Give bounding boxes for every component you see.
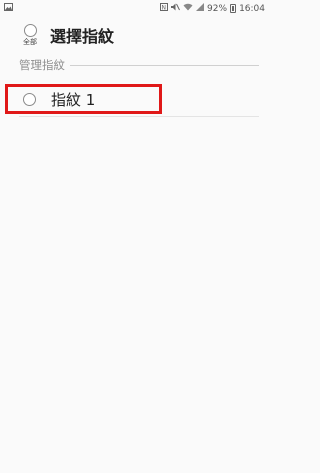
page-title: 選擇指紋	[50, 27, 115, 46]
status-time: 16:04	[239, 3, 265, 14]
battery-percent: 92%	[207, 3, 228, 14]
mute-icon	[171, 3, 180, 14]
fingerprint-item-1[interactable]: 指紋 1	[5, 84, 162, 114]
fingerprint-label: 指紋 1	[51, 90, 96, 109]
section-label: 管理指紋	[19, 58, 65, 72]
select-all-radio-icon[interactable]	[23, 24, 37, 37]
battery-icon	[230, 4, 237, 13]
section-header: 管理指紋	[19, 57, 259, 73]
select-all-label: 全部	[23, 38, 37, 46]
select-all-toggle[interactable]: 全部	[19, 24, 41, 46]
wifi-icon	[183, 3, 193, 14]
signal-icon	[196, 3, 205, 14]
list-divider	[19, 116, 259, 117]
header: 全部 選擇指紋	[0, 17, 269, 53]
fingerprint-radio-icon[interactable]	[23, 92, 36, 106]
nfc-icon: N	[160, 3, 169, 14]
status-bar: N 92% 16:04	[0, 0, 269, 17]
section-divider	[70, 64, 259, 66]
svg-text:N: N	[162, 5, 167, 12]
gallery-icon	[4, 3, 13, 14]
